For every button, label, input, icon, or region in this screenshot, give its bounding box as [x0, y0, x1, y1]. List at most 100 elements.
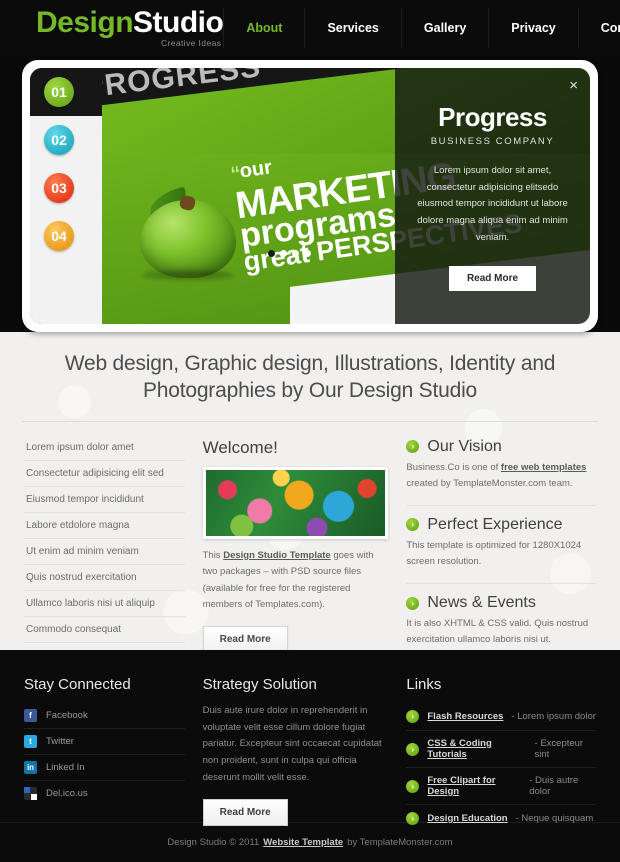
main-content: Web design, Graphic design, Illustration… — [0, 332, 620, 701]
main-navigation: About Services Gallery Privacy Contacts — [223, 8, 620, 48]
footer-stay-connected: Stay Connected f Facebook t Twitter in L… — [24, 676, 185, 822]
slider-tab-01[interactable]: 01 — [30, 68, 102, 116]
feature-text-after: created by TemplateMonster.com team. — [406, 477, 573, 489]
copyright-after: by TemplateMonster.com — [347, 837, 453, 848]
footer-links: Links › Flash Resources - Lorem ipsum do… — [406, 676, 596, 825]
feature-text: It is also XHTML & CSS valid. Quis nostr… — [406, 618, 589, 646]
footer-read-more-button[interactable]: Read More — [202, 799, 288, 827]
list-item[interactable]: Ullamco laboris nisi ut aliquip — [24, 591, 185, 617]
footer-link-desc: - Duis autre dolor — [529, 775, 579, 797]
social-label: Del.ico.us — [46, 788, 88, 799]
slider-tab-03-number: 03 — [44, 173, 74, 203]
feature-text: This template is optimized for 1280X1024… — [406, 539, 582, 568]
overlay-read-more-button[interactable]: Read More — [448, 266, 537, 292]
chevron-right-icon: › — [406, 440, 420, 454]
delicious-icon — [24, 787, 37, 800]
footer-column-title: Stay Connected — [24, 676, 131, 693]
footer-column-title: Links — [406, 676, 442, 693]
logo-text: DesignStudio — [36, 6, 224, 40]
logo-primary: Design — [36, 6, 134, 40]
logo-tagline: Creative Ideas — [160, 38, 222, 49]
list-item[interactable]: Ut enim ad minim veniam — [24, 539, 185, 565]
footer-link-row: › CSS & Coding Tutorials - Excepteur sin… — [406, 731, 596, 768]
footer-link-row: › Design Education - Neque quisquam — [406, 805, 596, 832]
feature-our-vision: › Our Vision Business.Co is one of free … — [406, 438, 596, 492]
nav-item-services[interactable]: Services — [305, 8, 402, 48]
social-link-twitter[interactable]: t Twitter — [24, 729, 185, 755]
footer-link-desc: - Neque quisquam — [515, 813, 594, 824]
site-logo[interactable]: DesignStudio Creative Ideas — [36, 6, 224, 49]
green-apple-image — [140, 186, 236, 280]
slider-tab-01-number: 01 — [44, 77, 74, 107]
design-studio-template-link[interactable]: Design Studio Template — [223, 550, 331, 561]
nav-item-gallery[interactable]: Gallery — [402, 8, 490, 48]
apple-shadow — [142, 270, 234, 280]
slider-dot-2[interactable] — [280, 250, 287, 257]
list-item[interactable]: Commodo consequat — [24, 617, 185, 643]
list-item[interactable]: Quis nostrud exercitation — [24, 565, 185, 591]
footer-link-desc: - Lorem ipsum dolor — [511, 711, 596, 722]
feature-divider — [406, 583, 596, 585]
free-web-templates-link[interactable]: free web templates — [501, 462, 587, 473]
footer-link-row: › Flash Resources - Lorem ipsum dolor — [406, 703, 596, 731]
feature-text-before: Business.Co is one of — [406, 461, 501, 473]
nav-item-contacts[interactable]: Contacts — [579, 8, 620, 48]
page-headline: Web design, Graphic design, Illustration… — [64, 352, 556, 403]
social-link-delicious[interactable]: Del.ico.us — [24, 781, 185, 806]
nav-item-privacy[interactable]: Privacy — [489, 8, 579, 48]
linkedin-icon: in — [24, 761, 37, 774]
slider-pagination — [268, 250, 311, 257]
feature-divider — [406, 504, 596, 506]
slider-tab-03[interactable]: 03 — [30, 164, 102, 212]
footer-link-css-coding-tutorials[interactable]: CSS & Coding Tutorials — [427, 738, 526, 760]
footer-link-row: › Free Clipart for Design - Duis autre d… — [406, 768, 596, 805]
slider-tab-02-number: 02 — [44, 125, 74, 155]
slider-overlay-panel: × Progress BUSINESS COMPANY Lorem ipsum … — [395, 68, 590, 324]
site-header: DesignStudio Creative Ideas About Servic… — [0, 0, 620, 56]
feature-title: Perfect Experience — [427, 515, 563, 533]
slider-tab-04[interactable]: 04 — [30, 212, 102, 260]
slider-dot-1[interactable] — [268, 250, 275, 257]
slider-dot-3[interactable] — [292, 250, 299, 257]
apple-body — [140, 200, 236, 278]
social-link-linkedin[interactable]: in Linked In — [24, 755, 185, 781]
footer-link-flash-resources[interactable]: Flash Resources — [427, 711, 503, 722]
copyright-before: Design Studio © 2011 — [167, 837, 260, 848]
nav-item-about[interactable]: About — [223, 8, 306, 48]
welcome-title: Welcome! — [202, 437, 278, 457]
chevron-right-icon: › — [406, 812, 420, 825]
site-footer: Stay Connected f Facebook t Twitter in L… — [0, 650, 620, 827]
list-item[interactable]: Eiusmod tempor incididunt — [24, 487, 185, 513]
footer-link-free-clipart[interactable]: Free Clipart for Design — [427, 775, 521, 797]
overlay-title: Progress — [438, 102, 547, 132]
slider-dot-4[interactable] — [304, 250, 311, 257]
close-icon[interactable]: × — [569, 78, 578, 93]
list-item[interactable]: Labore etdolore magna — [24, 513, 185, 539]
feature-title: Our Vision — [427, 437, 502, 455]
social-label: Facebook — [46, 710, 88, 721]
social-label: Linked In — [46, 762, 85, 773]
list-item[interactable]: Consectetur adipisicing elit sed — [24, 461, 185, 487]
feature-header: › News & Events — [406, 594, 596, 612]
hero-slider: PROGRESS BUSINESS COMPANY “our MARKETING… — [22, 60, 598, 332]
slider-tab-02[interactable]: 02 — [30, 116, 102, 164]
welcome-text-before: This — [202, 549, 224, 561]
slider-tabs-filler — [30, 260, 102, 324]
welcome-text: This Design Studio Template goes with tw… — [203, 548, 389, 615]
social-link-facebook[interactable]: f Facebook — [24, 703, 185, 729]
footer-column-title: Strategy Solution — [202, 676, 317, 693]
feature-news-events: › News & Events It is also XHTML & CSS v… — [406, 594, 596, 648]
chevron-right-icon: › — [406, 710, 420, 723]
chevron-right-icon: › — [406, 742, 420, 756]
slider-tab-04-number: 04 — [44, 221, 74, 251]
footer-link-design-education[interactable]: Design Education — [427, 813, 507, 824]
chevron-right-icon: › — [406, 779, 420, 793]
website-template-link[interactable]: Website Template — [263, 837, 343, 848]
footer-strategy-text: Duis aute irure dolor in reprehenderit i… — [202, 705, 382, 783]
chevron-right-icon: › — [406, 518, 420, 532]
list-item[interactable]: Lorem ipsum dolor amet — [24, 438, 185, 461]
twitter-icon: t — [24, 735, 37, 748]
social-label: Twitter — [46, 736, 74, 747]
overlay-description: Lorem ipsum dolor sit amet, consectetur … — [417, 165, 568, 243]
slider-inner: PROGRESS BUSINESS COMPANY “our MARKETING… — [30, 68, 590, 324]
